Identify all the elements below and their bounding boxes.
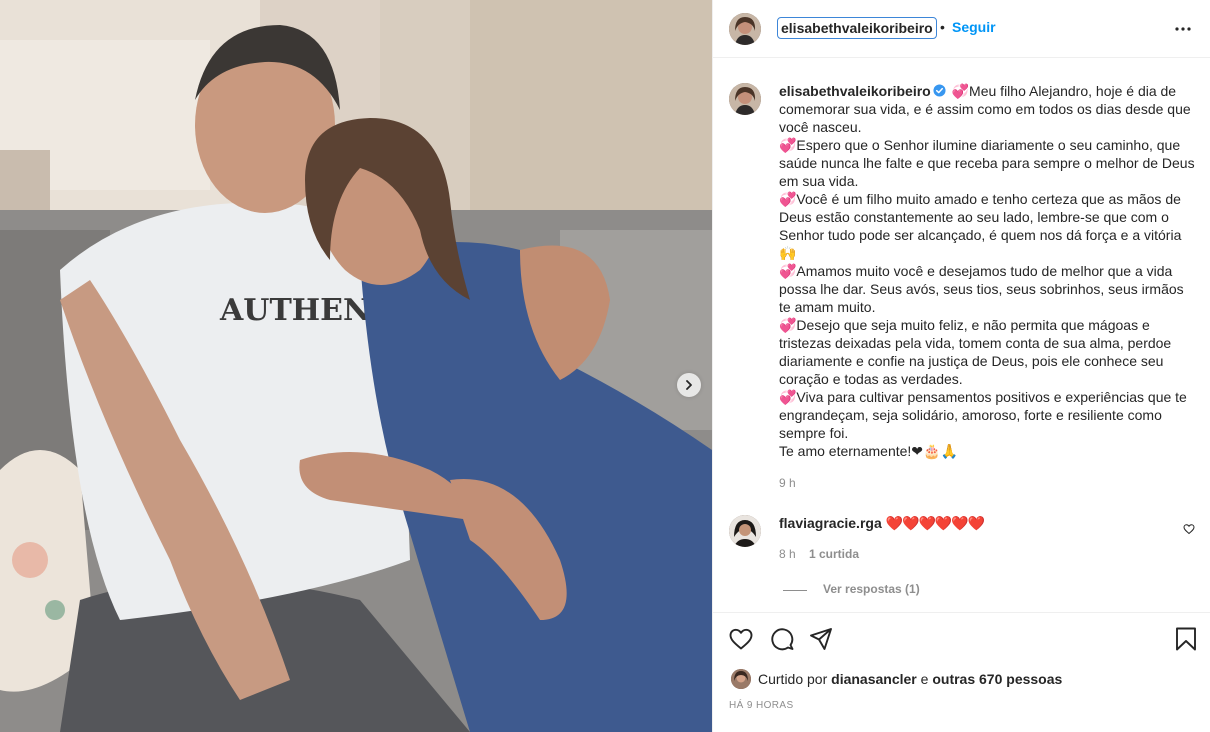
post-actions: Curtido por dianasancler e outras 670 pe…: [713, 612, 1210, 732]
comment-bubble-icon[interactable]: [769, 626, 795, 652]
replies-divider: [783, 590, 807, 591]
post-side-panel: elisabethvaleikoribeiro • Seguir elisabe…: [712, 0, 1210, 732]
liked-by-prefix: Curtido por: [758, 671, 828, 687]
caption-timestamp[interactable]: 9 h: [779, 476, 796, 490]
likes-summary: Curtido por dianasancler e outras 670 pe…: [758, 671, 1062, 687]
comment-like-heart-icon[interactable]: [1183, 523, 1195, 535]
comment-timestamp[interactable]: 8 h: [779, 547, 796, 561]
comment-username-link[interactable]: flaviagracie.rga: [779, 515, 882, 531]
caption-line-6: 💞Viva para cultivar pensamentos positivo…: [779, 389, 1187, 441]
caption-line-3: 💞Você é um filho muito amado e tenho cer…: [779, 191, 1182, 261]
next-image-button[interactable]: [677, 373, 701, 397]
caption-author-avatar[interactable]: [729, 83, 761, 115]
author-username-link[interactable]: elisabethvaleikoribeiro: [777, 17, 937, 39]
view-replies-button[interactable]: Ver respostas (1): [823, 582, 920, 596]
comments-section: elisabethvaleikoribeiro 💞Meu filho Aleja…: [713, 59, 1210, 612]
more-horizontal-icon[interactable]: [1171, 18, 1195, 40]
header-separator: •: [940, 19, 945, 35]
share-paper-plane-icon[interactable]: [808, 626, 834, 652]
post-photo[interactable]: AUTHENTIC: [0, 0, 712, 732]
instagram-post: AUTHENTIC elisabethvaleikoribeiro • Segu…: [0, 0, 1210, 732]
comment-likes-count[interactable]: 1 curtida: [809, 547, 859, 561]
post-caption: elisabethvaleikoribeiro 💞Meu filho Aleja…: [779, 82, 1199, 460]
comment-body: flaviagracie.rga ❤️❤️❤️❤️❤️❤️: [779, 514, 986, 532]
post-time-ago[interactable]: HÁ 9 HORAS: [729, 700, 794, 711]
post-header: elisabethvaleikoribeiro • Seguir: [713, 0, 1210, 58]
save-bookmark-icon[interactable]: [1173, 626, 1199, 652]
author-avatar[interactable]: [729, 13, 761, 45]
caption-line-4: 💞Amamos muito você e desejamos tudo de m…: [779, 263, 1184, 315]
caption-line-7: Te amo eternamente!❤🎂🙏: [779, 443, 958, 459]
liker-avatar[interactable]: [731, 669, 751, 689]
verified-badge-icon: [933, 84, 946, 97]
caption-line-2: 💞Espero que o Senhor ilumine diariamente…: [779, 137, 1195, 189]
commenter-avatar[interactable]: [729, 515, 761, 547]
liked-by-and: e: [920, 671, 929, 687]
caption-line-5: 💞Desejo que seja muito feliz, e não perm…: [779, 317, 1172, 387]
other-likers-link[interactable]: outras 670 pessoas: [932, 671, 1062, 687]
like-heart-icon[interactable]: [728, 626, 754, 652]
chevron-right-icon: [686, 380, 692, 390]
caption-username-link[interactable]: elisabethvaleikoribeiro: [779, 83, 931, 99]
comment-text: ❤️❤️❤️❤️❤️❤️: [885, 515, 986, 531]
follow-button[interactable]: Seguir: [952, 19, 996, 35]
photo-image: AUTHENTIC: [0, 0, 712, 732]
liker-username-link[interactable]: dianasancler: [831, 671, 917, 687]
